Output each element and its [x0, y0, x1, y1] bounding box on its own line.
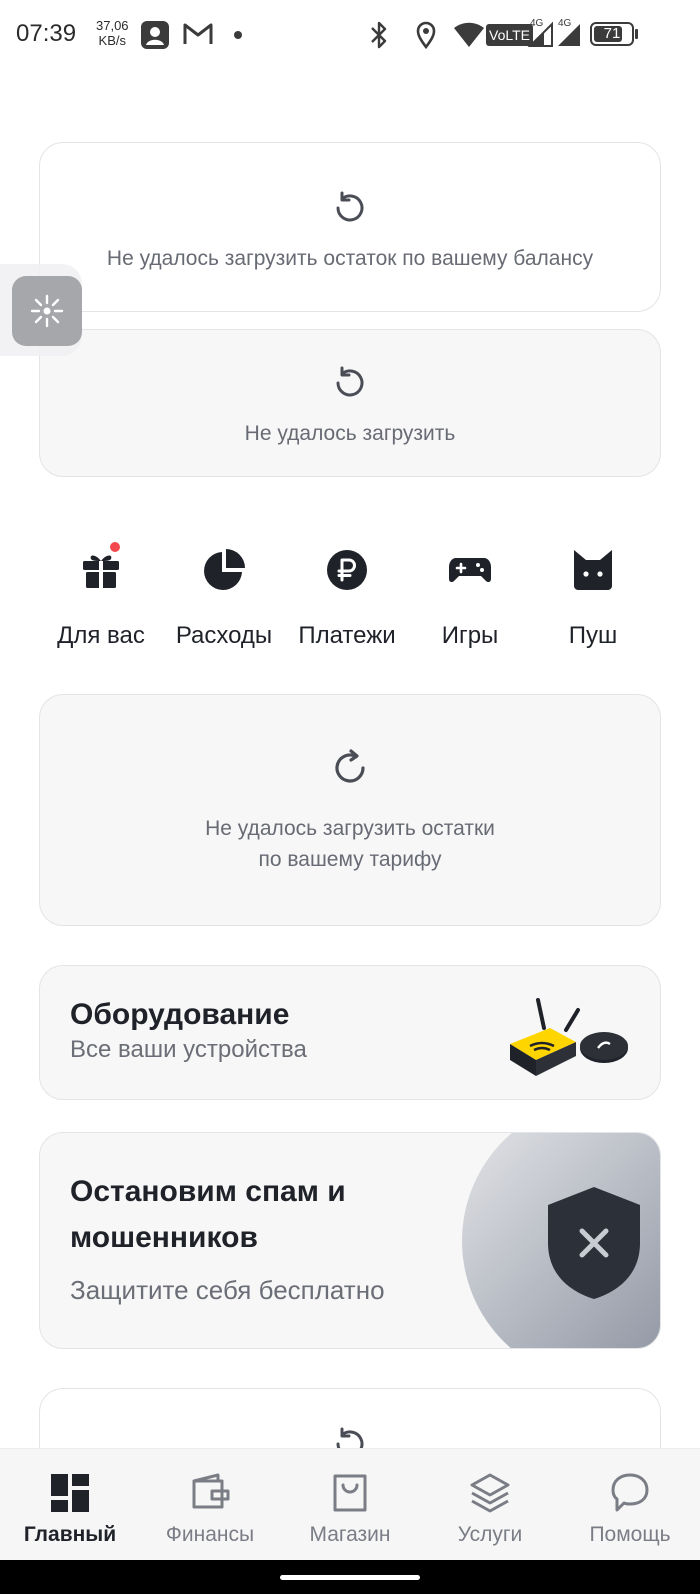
wifi-icon [454, 22, 484, 47]
tariff-error-line1: Не удалось загрузить остатки [205, 817, 495, 840]
tariff-error-line2: по вашему тарифу [258, 848, 442, 871]
battery-icon: 71 [590, 22, 634, 46]
spam-subtitle: Защитите себя бесплатно [70, 1275, 385, 1305]
home-gesture-handle[interactable] [280, 1575, 420, 1580]
nav-services-label: Услуги [457, 1523, 523, 1546]
cat-icon [569, 546, 617, 594]
nav-shop-label: Магазин [309, 1523, 391, 1546]
sim2-network-type: 4G [558, 18, 572, 29]
battery-tip [635, 29, 638, 39]
network-speed: 37,06 KB/s [96, 18, 129, 48]
contacts-app-icon [141, 21, 169, 49]
status-bar: 07:39 37,06 KB/s VoLTE 4G 4G 71 [0, 0, 700, 70]
pie-chart-icon [200, 546, 248, 594]
battery-percent: 71 [603, 25, 621, 42]
status-time: 07:39 [16, 20, 77, 47]
shield-graphic [462, 1133, 660, 1348]
bluetooth-icon [371, 21, 387, 49]
quick-action-label: Платежи [298, 622, 396, 649]
balance-error-text: Не удалось загрузить остаток по вашему б… [106, 247, 594, 270]
quick-action-expenses[interactable]: Расходы [162, 546, 286, 650]
shopping-bag-icon [333, 1474, 367, 1512]
sim1-network-type: 4G [530, 18, 544, 29]
chat-bubble-icon [611, 1473, 649, 1512]
nav-shop[interactable]: Магазин [280, 1449, 420, 1561]
retry-icon[interactable] [333, 366, 367, 400]
notification-dot [108, 540, 122, 554]
quick-action-push[interactable]: Пуш [531, 546, 655, 650]
network-speed-unit: KB/s [98, 33, 126, 48]
nav-finance[interactable]: Финансы [140, 1449, 280, 1561]
gift-icon [77, 540, 125, 594]
equipment-subtitle: Все ваши устройства [70, 1036, 307, 1063]
nav-home-label: Главный [23, 1523, 117, 1546]
nav-home[interactable]: Главный [0, 1449, 140, 1561]
location-icon [416, 21, 436, 50]
spam-protection-card[interactable]: Остановим спам и мошенников Защитите себ… [39, 1132, 661, 1349]
spam-title-line1: Остановим спам и [70, 1175, 346, 1208]
network-speed-value: 37,06 [96, 18, 129, 33]
retry-icon[interactable] [333, 191, 367, 225]
quick-action-label: Для вас [57, 622, 145, 649]
tariff-card[interactable]: Не удалось загрузить остатки по вашему т… [39, 694, 661, 926]
floating-assistant-button[interactable] [12, 276, 82, 346]
quick-action-for-you[interactable]: Для вас [39, 540, 163, 650]
nav-services[interactable]: Услуги [420, 1449, 560, 1561]
wallet-icon [192, 1473, 230, 1509]
refresh-icon[interactable] [329, 747, 371, 789]
equipment-title: Оборудование [70, 998, 290, 1031]
router-device-image [510, 998, 628, 1076]
more-notifications-dot-icon [234, 31, 242, 39]
balance-card[interactable]: Не удалось загрузить остаток по вашему б… [39, 142, 661, 312]
quick-action-label: Игры [441, 622, 499, 649]
sparkle-icon [30, 294, 64, 328]
load-error-card[interactable]: Не удалось загрузить [39, 329, 661, 477]
gamepad-icon [446, 546, 494, 594]
equipment-card[interactable]: Оборудование Все ваши устройства [39, 965, 661, 1100]
layers-icon [470, 1473, 510, 1513]
gmail-icon [183, 23, 213, 44]
dashboard-icon [51, 1474, 89, 1512]
bottom-navigation: Главный Финансы Магазин Услуги Помощь [0, 1448, 700, 1560]
ruble-icon [323, 546, 371, 594]
quick-action-payments[interactable]: Платежи [285, 546, 409, 650]
nav-finance-label: Финансы [165, 1523, 255, 1546]
load-error-text: Не удалось загрузить [244, 422, 456, 445]
nav-help-label: Помощь [589, 1523, 671, 1546]
quick-action-label: Пуш [568, 622, 618, 649]
nav-help[interactable]: Помощь [560, 1449, 700, 1561]
quick-action-label: Расходы [175, 622, 273, 649]
spam-title-line2: мошенников [70, 1221, 258, 1254]
quick-action-games[interactable]: Игры [408, 546, 532, 650]
